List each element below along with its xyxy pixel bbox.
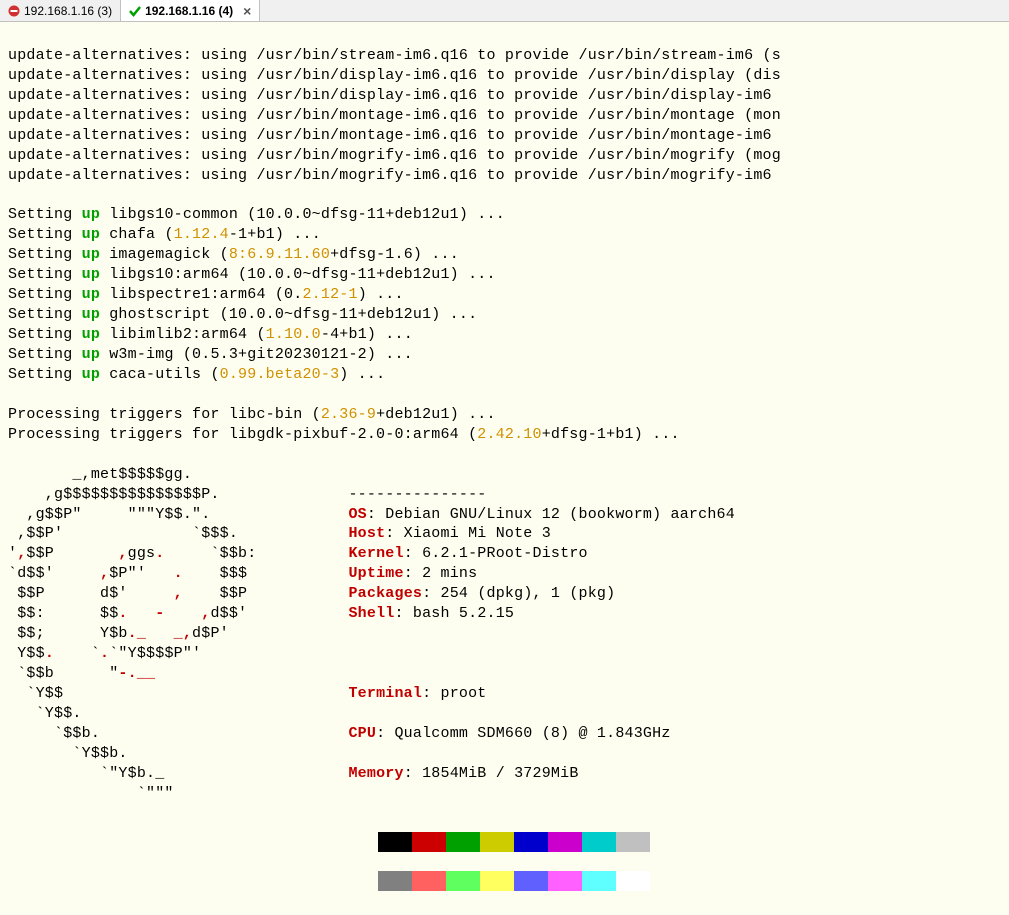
error-icon (8, 5, 20, 17)
setup-output: Setting up libgs10-common (10.0.0~dfsg-1… (8, 205, 1001, 384)
color-swatch (514, 871, 548, 891)
tab-label: 192.168.1.16 (4) (145, 4, 233, 18)
color-swatches-dark (378, 832, 1001, 852)
color-swatch (616, 832, 650, 852)
tab-bar: 192.168.1.16 (3) 192.168.1.16 (4) × (0, 0, 1009, 22)
color-swatch (582, 871, 616, 891)
neofetch-output: _,met$$$$$gg. ,g$$$$$$$$$$$$$$$P. ------… (8, 465, 1001, 804)
color-swatch (378, 871, 412, 891)
color-swatch (412, 871, 446, 891)
color-swatch (446, 832, 480, 852)
terminal-output[interactable]: update-alternatives: using /usr/bin/stre… (0, 22, 1009, 915)
tab-session-4[interactable]: 192.168.1.16 (4) × (121, 0, 260, 21)
color-swatches-light (378, 871, 1001, 891)
color-swatch (514, 832, 548, 852)
tab-label: 192.168.1.16 (3) (24, 4, 112, 18)
color-swatch (480, 871, 514, 891)
color-swatch (582, 832, 616, 852)
apt-output: update-alternatives: using /usr/bin/stre… (8, 46, 1001, 186)
color-swatch (412, 832, 446, 852)
color-swatch (378, 832, 412, 852)
trigger-output: Processing triggers for libc-bin (2.36-9… (8, 405, 1001, 445)
color-swatch (480, 832, 514, 852)
color-swatch (446, 871, 480, 891)
color-swatch (616, 871, 650, 891)
ok-icon (129, 5, 141, 17)
tab-session-3[interactable]: 192.168.1.16 (3) (0, 0, 121, 21)
color-swatch (548, 871, 582, 891)
close-icon[interactable]: × (243, 3, 251, 19)
color-swatch (548, 832, 582, 852)
